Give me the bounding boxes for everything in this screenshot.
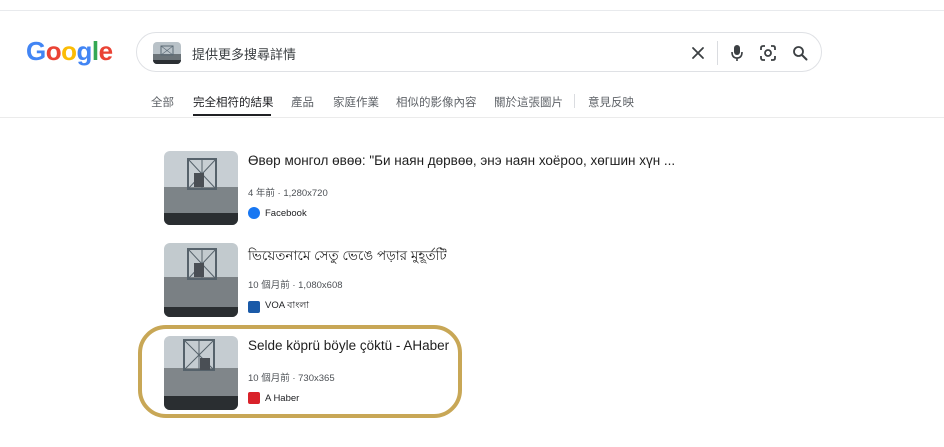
top-divider: [0, 10, 944, 11]
logo-letter: G: [26, 36, 46, 66]
facebook-icon: [248, 207, 260, 219]
result-meta: 10 個月前 · 1,080x608: [248, 280, 343, 291]
search-image-thumbnail[interactable]: [153, 42, 181, 64]
result-title[interactable]: ভিয়েতনামে সেতু ভেঙে পড়ার মুহূর্তটি: [248, 245, 447, 268]
result-thumbnail[interactable]: [164, 243, 238, 317]
tab-products[interactable]: 產品: [291, 94, 314, 110]
result-item[interactable]: ভিয়েতনামে সেতু ভেঙে পড়ার মুহূর্তটি 10 …: [164, 243, 684, 319]
source-name: Facebook: [265, 207, 307, 219]
logo-letter: o: [45, 36, 62, 66]
active-tab-indicator: [193, 114, 271, 116]
search-divider: [717, 41, 718, 65]
result-thumbnail[interactable]: [164, 151, 238, 225]
ahaber-icon: [248, 392, 260, 404]
google-logo[interactable]: Google: [26, 36, 113, 67]
source-name: VOA বাংলা: [265, 300, 310, 311]
result-meta: 4 年前 · 1,280x720: [248, 188, 328, 199]
lens-icon[interactable]: [757, 42, 779, 64]
logo-letter: l: [91, 36, 99, 66]
voa-icon: [248, 300, 260, 313]
result-title[interactable]: Selde köprü böyle çöktü - AHaber: [248, 338, 449, 353]
search-input[interactable]: 提供更多搜尋詳情: [192, 44, 296, 63]
tab-separator: [574, 94, 575, 108]
tab-all[interactable]: 全部: [151, 94, 174, 110]
result-item[interactable]: Selde köprü böyle çöktü - AHaber 10 個月前 …: [164, 336, 684, 412]
tab-about-image[interactable]: 關於這張圖片: [494, 94, 563, 110]
result-title[interactable]: Өвөр монгол өвөө: "Би наян дөрвөө, энэ н…: [248, 153, 675, 168]
result-source[interactable]: VOA বাংলা: [248, 299, 309, 314]
logo-letter: o: [61, 36, 77, 66]
result-thumbnail[interactable]: [164, 336, 238, 410]
close-icon[interactable]: [687, 42, 709, 64]
logo-letter: e: [98, 36, 113, 66]
result-meta: 10 個月前 · 730x365: [248, 373, 335, 384]
mic-icon[interactable]: [726, 42, 748, 64]
result-source[interactable]: Facebook: [248, 207, 307, 219]
tab-similar-images[interactable]: 相似的影像內容: [396, 94, 477, 110]
result-item[interactable]: Өвөр монгол өвөө: "Би наян дөрвөө, энэ н…: [164, 151, 684, 227]
search-icon[interactable]: [789, 42, 811, 64]
tab-exact-matches[interactable]: 完全相符的結果: [193, 94, 274, 110]
logo-letter: g: [76, 36, 93, 66]
search-box[interactable]: 提供更多搜尋詳情: [136, 32, 822, 72]
header-divider: [0, 117, 944, 118]
tab-homework[interactable]: 家庭作業: [333, 94, 379, 110]
result-source[interactable]: A Haber: [248, 392, 299, 404]
source-name: A Haber: [265, 392, 300, 404]
tab-feedback[interactable]: 意見反映: [588, 94, 634, 110]
